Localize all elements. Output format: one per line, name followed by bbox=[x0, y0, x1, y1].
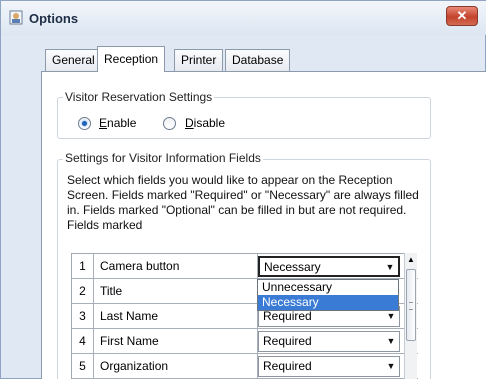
requirement-dropdown-list[interactable]: Unnecessary Necessary bbox=[257, 279, 399, 311]
field-name: Title bbox=[94, 279, 258, 304]
tab-general[interactable]: General bbox=[45, 49, 102, 71]
row-number: 5 bbox=[72, 354, 94, 379]
tab-database[interactable]: Database bbox=[225, 49, 291, 71]
title-bar[interactable]: Options ✕ bbox=[1, 1, 486, 35]
select-value: Required bbox=[263, 334, 312, 348]
field-requirement-select[interactable]: Necessary ▼ bbox=[258, 256, 400, 277]
close-button[interactable]: ✕ bbox=[446, 6, 478, 26]
grip-icon bbox=[409, 302, 413, 310]
chevron-down-icon[interactable]: ▼ bbox=[382, 258, 398, 277]
row-number: 3 bbox=[72, 304, 94, 329]
field-requirement-select[interactable]: Required ▼ bbox=[258, 331, 400, 352]
field-name: Last Name bbox=[94, 304, 258, 329]
select-value: Required bbox=[263, 309, 312, 323]
options-window-icon bbox=[9, 10, 23, 25]
dropdown-option-necessary[interactable]: Necessary bbox=[258, 295, 398, 310]
disable-label[interactable]: Disable bbox=[185, 116, 225, 130]
reservation-group-label: Visitor Reservation Settings bbox=[63, 90, 215, 104]
disable-radio[interactable] bbox=[163, 117, 176, 130]
field-name: Organization bbox=[94, 354, 258, 379]
tab-reception[interactable]: Reception bbox=[97, 46, 166, 72]
field-name: First Name bbox=[94, 329, 258, 354]
scroll-up-icon[interactable]: ▲ bbox=[405, 253, 417, 267]
row-number: 2 bbox=[72, 279, 94, 304]
table-row: 1 Camera button Necessary ▼ bbox=[72, 254, 418, 279]
options-window: Options ✕ General Reception Printer Data… bbox=[0, 0, 486, 379]
row-number: 1 bbox=[72, 254, 94, 279]
dropdown-option-unnecessary[interactable]: Unnecessary bbox=[258, 280, 398, 295]
chevron-down-icon[interactable]: ▼ bbox=[383, 332, 399, 351]
grid-scrollbar[interactable]: ▲ bbox=[404, 253, 417, 379]
field-requirement-select[interactable]: Required ▼ bbox=[258, 356, 400, 377]
row-number: 4 bbox=[72, 329, 94, 354]
tab-printer[interactable]: Printer bbox=[174, 49, 224, 71]
fields-description: Select which fields you would like to ap… bbox=[67, 173, 419, 232]
chevron-down-icon[interactable]: ▼ bbox=[383, 357, 399, 376]
fields-grid: 1 Camera button Necessary ▼ 2 Title 3 La… bbox=[71, 253, 418, 379]
select-value: Necessary bbox=[264, 260, 321, 274]
field-name: Camera button bbox=[94, 254, 258, 279]
table-row: 4 First Name Required ▼ bbox=[72, 329, 418, 354]
table-row: 5 Organization Required ▼ bbox=[72, 354, 418, 379]
visitor-fields-group-label: Settings for Visitor Information Fields bbox=[63, 151, 263, 165]
scroll-thumb[interactable] bbox=[406, 269, 416, 341]
enable-radio[interactable] bbox=[78, 117, 91, 130]
window-title: Options bbox=[29, 11, 79, 26]
select-value: Required bbox=[263, 359, 312, 373]
enable-label[interactable]: Enable bbox=[99, 116, 136, 130]
